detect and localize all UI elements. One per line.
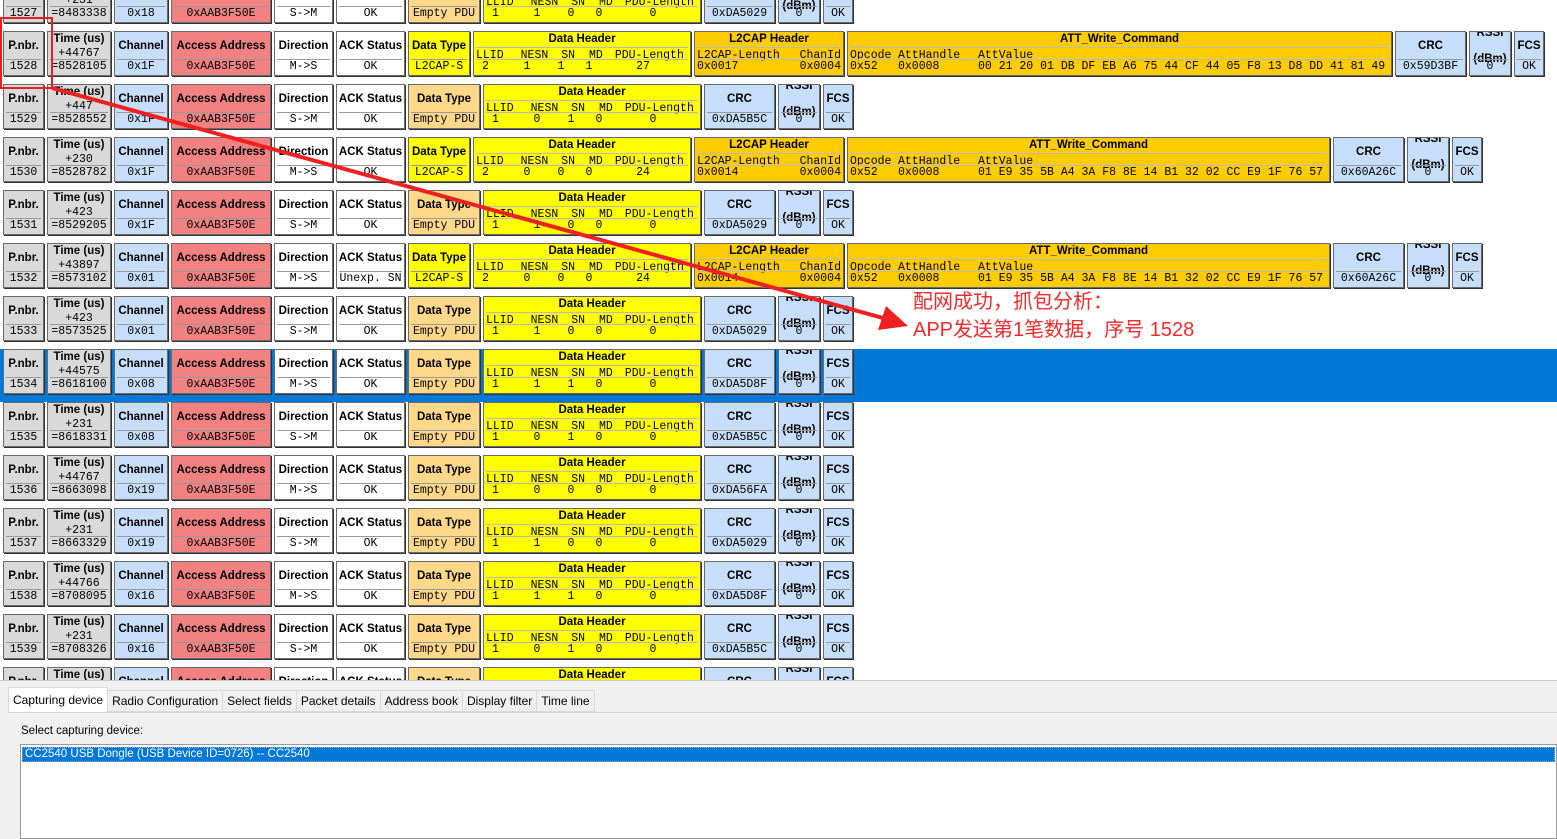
tab-display-filter[interactable]: Display filter [462,690,538,712]
annotation-line-2: APP发送第1笔数据，序号 1528 [913,319,1195,341]
device-item[interactable]: CC2540 USB Dongle (USB Device ID=0726) -… [22,747,1555,762]
tab-bar: Capturing device Radio Configuration Selec… [8,687,595,713]
capturing-device-pane: Select capturing device: CC2540 USB Dong… [8,712,1557,839]
bottom-panel: Capturing device Radio Configuration Selec… [0,680,1557,839]
annotation-arrow [51,86,908,330]
tab-time-line[interactable]: Time line [537,690,595,712]
tab-capturing-device[interactable]: Capturing device [8,687,109,713]
tab-radio-configuration[interactable]: Radio Configuration [108,690,224,712]
device-listbox[interactable]: CC2540 USB Dongle (USB Device ID=0726) -… [20,744,1557,839]
tab-select-fields[interactable]: Select fields [223,690,297,712]
annotation-line-1: 配网成功，抓包分析： [913,291,1113,313]
select-device-label: Select capturing device: [21,725,144,737]
tab-address-book[interactable]: Address book [380,690,463,712]
tab-packet-details[interactable]: Packet details [296,690,381,712]
